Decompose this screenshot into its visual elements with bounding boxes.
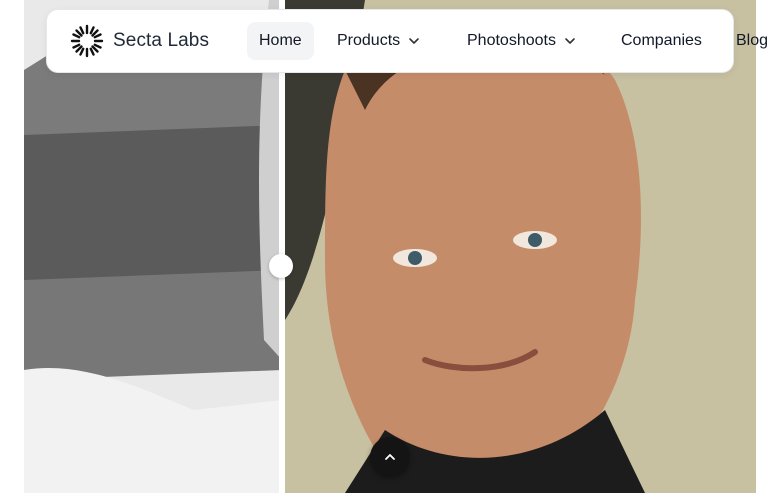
nav-photoshoots-dropdown[interactable]: Photoshoots <box>467 22 576 60</box>
chevron-down-icon <box>409 38 419 44</box>
nav-home-label: Home <box>259 32 302 49</box>
nav-photoshoots-label: Photoshoots <box>467 32 556 49</box>
nav-products-dropdown[interactable]: Products <box>337 22 420 60</box>
right-page-margin <box>756 0 780 493</box>
before-photo-illustration <box>24 0 282 493</box>
nav-companies-link[interactable]: Companies <box>621 22 702 60</box>
brand-name: Secta Labs <box>113 30 210 51</box>
chevron-down-icon <box>565 38 575 44</box>
nav-blog-link[interactable]: Blog <box>736 22 768 60</box>
left-page-margin <box>0 0 24 493</box>
after-image <box>285 0 756 493</box>
comparison-slider-handle[interactable] <box>269 254 293 278</box>
scroll-to-top-button[interactable] <box>370 437 410 477</box>
top-navigation-bar: Secta Labs Home Products Photoshoots Com… <box>46 9 768 73</box>
chevron-up-icon <box>385 454 395 460</box>
nav-products-label: Products <box>337 32 401 49</box>
sun-burst-logo-icon <box>70 24 104 58</box>
nav-companies-label: Companies <box>621 32 702 49</box>
before-image <box>24 0 282 493</box>
after-photo-illustration <box>285 0 756 493</box>
nav-home-link[interactable]: Home <box>247 22 314 60</box>
comparison-divider <box>279 0 285 493</box>
before-after-comparison[interactable] <box>24 0 756 493</box>
nav-blog-label: Blog <box>736 32 769 49</box>
brand-logo-link[interactable]: Secta Labs <box>69 23 209 59</box>
